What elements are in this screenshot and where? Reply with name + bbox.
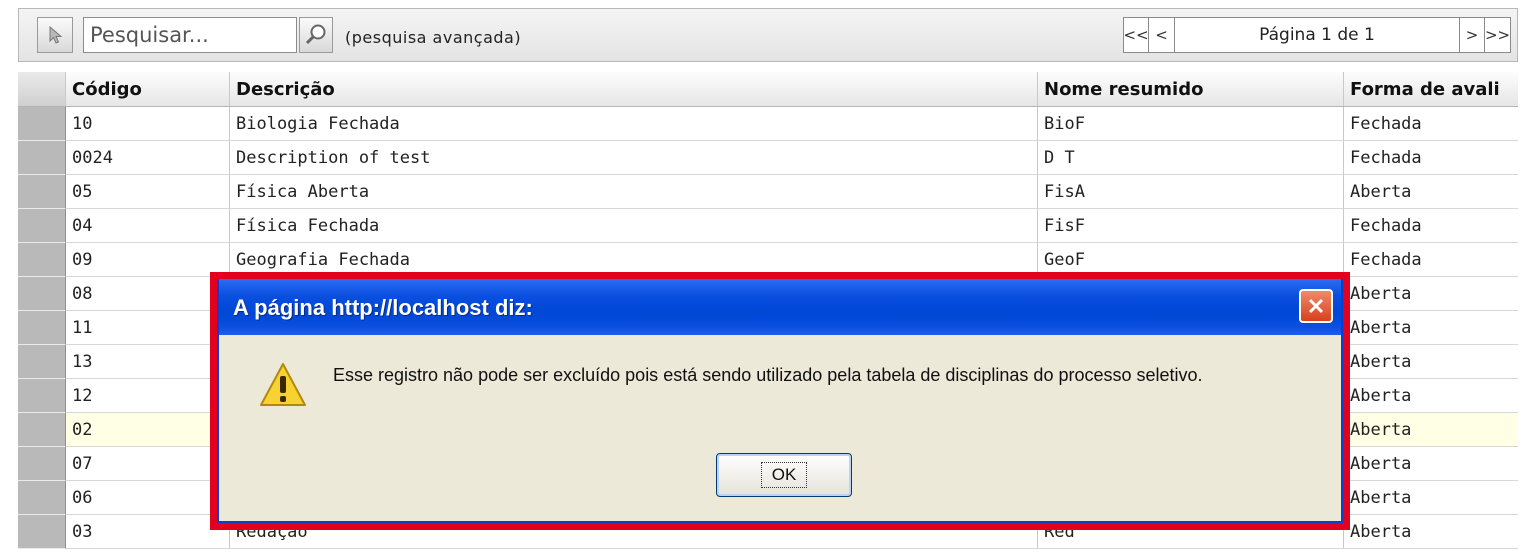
prev-page-button[interactable]: < — [1149, 17, 1175, 53]
next-page-button[interactable]: > — [1459, 17, 1485, 53]
column-header-short-name[interactable]: Nome resumido — [1038, 72, 1344, 106]
table-row[interactable]: 10 Biologia Fechada BioF Fechada — [18, 107, 1518, 141]
row-selector[interactable] — [18, 141, 66, 175]
dialog-message: Esse registro não pode ser excluído pois… — [333, 365, 1203, 385]
row-selector[interactable] — [18, 345, 66, 379]
cell-description: Description of test — [230, 141, 1038, 175]
first-page-button[interactable]: << — [1123, 17, 1149, 53]
cell-evaluation: Aberta — [1344, 515, 1518, 549]
row-selector[interactable] — [18, 175, 66, 209]
cell-code: 03 — [66, 515, 230, 549]
select-all-header[interactable] — [18, 72, 66, 106]
page-indicator: Página 1 de 1 — [1175, 17, 1459, 53]
dialog-title: A página http://localhost diz: — [233, 295, 533, 320]
cell-short-name: BioF — [1038, 107, 1344, 141]
dialog-title-bar[interactable]: A página http://localhost diz: — [219, 279, 1341, 335]
cell-code: 05 — [66, 175, 230, 209]
cell-short-name: D T — [1038, 141, 1344, 175]
ok-button-label: OK — [760, 462, 808, 488]
cell-evaluation: Fechada — [1344, 107, 1518, 141]
cell-evaluation: Fechada — [1344, 243, 1518, 277]
cell-description: Física Aberta — [230, 175, 1038, 209]
cell-description: Biologia Fechada — [230, 107, 1038, 141]
cell-evaluation: Aberta — [1344, 311, 1518, 345]
cell-code: 11 — [66, 311, 230, 345]
cell-code: 13 — [66, 345, 230, 379]
row-selector[interactable] — [18, 277, 66, 311]
grid-toolbar: (pesquisa avançada) << < Página 1 de 1 >… — [18, 8, 1518, 62]
dialog-close-button[interactable] — [1299, 289, 1333, 323]
cell-evaluation: Aberta — [1344, 413, 1518, 447]
cell-description: Física Fechada — [230, 209, 1038, 243]
clear-search-button[interactable] — [37, 17, 73, 53]
table-row[interactable]: 04 Física Fechada FisF Fechada — [18, 209, 1518, 243]
cell-code: 09 — [66, 243, 230, 277]
advanced-search-link[interactable]: (pesquisa avançada) — [345, 28, 521, 47]
row-selector[interactable] — [18, 311, 66, 345]
pager: << < Página 1 de 1 > >> — [1123, 17, 1511, 53]
alert-dialog-highlight: A página http://localhost diz: Esse regi… — [210, 272, 1350, 530]
row-selector[interactable] — [18, 413, 66, 447]
search-button[interactable] — [299, 17, 333, 53]
cell-evaluation: Fechada — [1344, 209, 1518, 243]
cell-code: 06 — [66, 481, 230, 515]
cell-evaluation: Aberta — [1344, 481, 1518, 515]
cell-code: 02 — [66, 413, 230, 447]
cell-evaluation: Aberta — [1344, 345, 1518, 379]
cell-code: 07 — [66, 447, 230, 481]
row-selector[interactable] — [18, 515, 66, 549]
cell-code: 12 — [66, 379, 230, 413]
cell-short-name: FisA — [1038, 175, 1344, 209]
column-header-code[interactable]: Código — [66, 72, 230, 106]
ok-button[interactable]: OK — [716, 453, 852, 497]
row-selector[interactable] — [18, 481, 66, 515]
cell-evaluation: Aberta — [1344, 447, 1518, 481]
last-page-button[interactable]: >> — [1485, 17, 1511, 53]
row-selector[interactable] — [18, 209, 66, 243]
close-icon — [1308, 298, 1324, 314]
warning-icon — [260, 363, 306, 406]
cell-code: 10 — [66, 107, 230, 141]
table-row[interactable]: 05 Física Aberta FisA Aberta — [18, 175, 1518, 209]
cell-code: 0024 — [66, 141, 230, 175]
column-header-evaluation[interactable]: Forma de avali — [1344, 72, 1518, 106]
cell-evaluation: Aberta — [1344, 277, 1518, 311]
magnifier-icon — [305, 24, 326, 45]
alert-dialog: A página http://localhost diz: Esse regi… — [217, 279, 1343, 523]
dialog-body: Esse registro não pode ser excluído pois… — [219, 335, 1341, 521]
cell-code: 04 — [66, 209, 230, 243]
cell-evaluation: Aberta — [1344, 175, 1518, 209]
cell-short-name: FisF — [1038, 209, 1344, 243]
row-selector[interactable] — [18, 379, 66, 413]
row-selector[interactable] — [18, 243, 66, 277]
cell-code: 08 — [66, 277, 230, 311]
cell-evaluation: Fechada — [1344, 141, 1518, 175]
grid-header: Código Descrição Nome resumido Forma de … — [18, 72, 1518, 107]
row-selector[interactable] — [18, 107, 66, 141]
column-header-description[interactable]: Descrição — [230, 72, 1038, 106]
table-row[interactable]: 0024 Description of test D T Fechada — [18, 141, 1518, 175]
row-selector[interactable] — [18, 447, 66, 481]
cell-evaluation: Aberta — [1344, 379, 1518, 413]
pointer-icon — [49, 25, 63, 44]
search-input[interactable] — [83, 17, 297, 53]
